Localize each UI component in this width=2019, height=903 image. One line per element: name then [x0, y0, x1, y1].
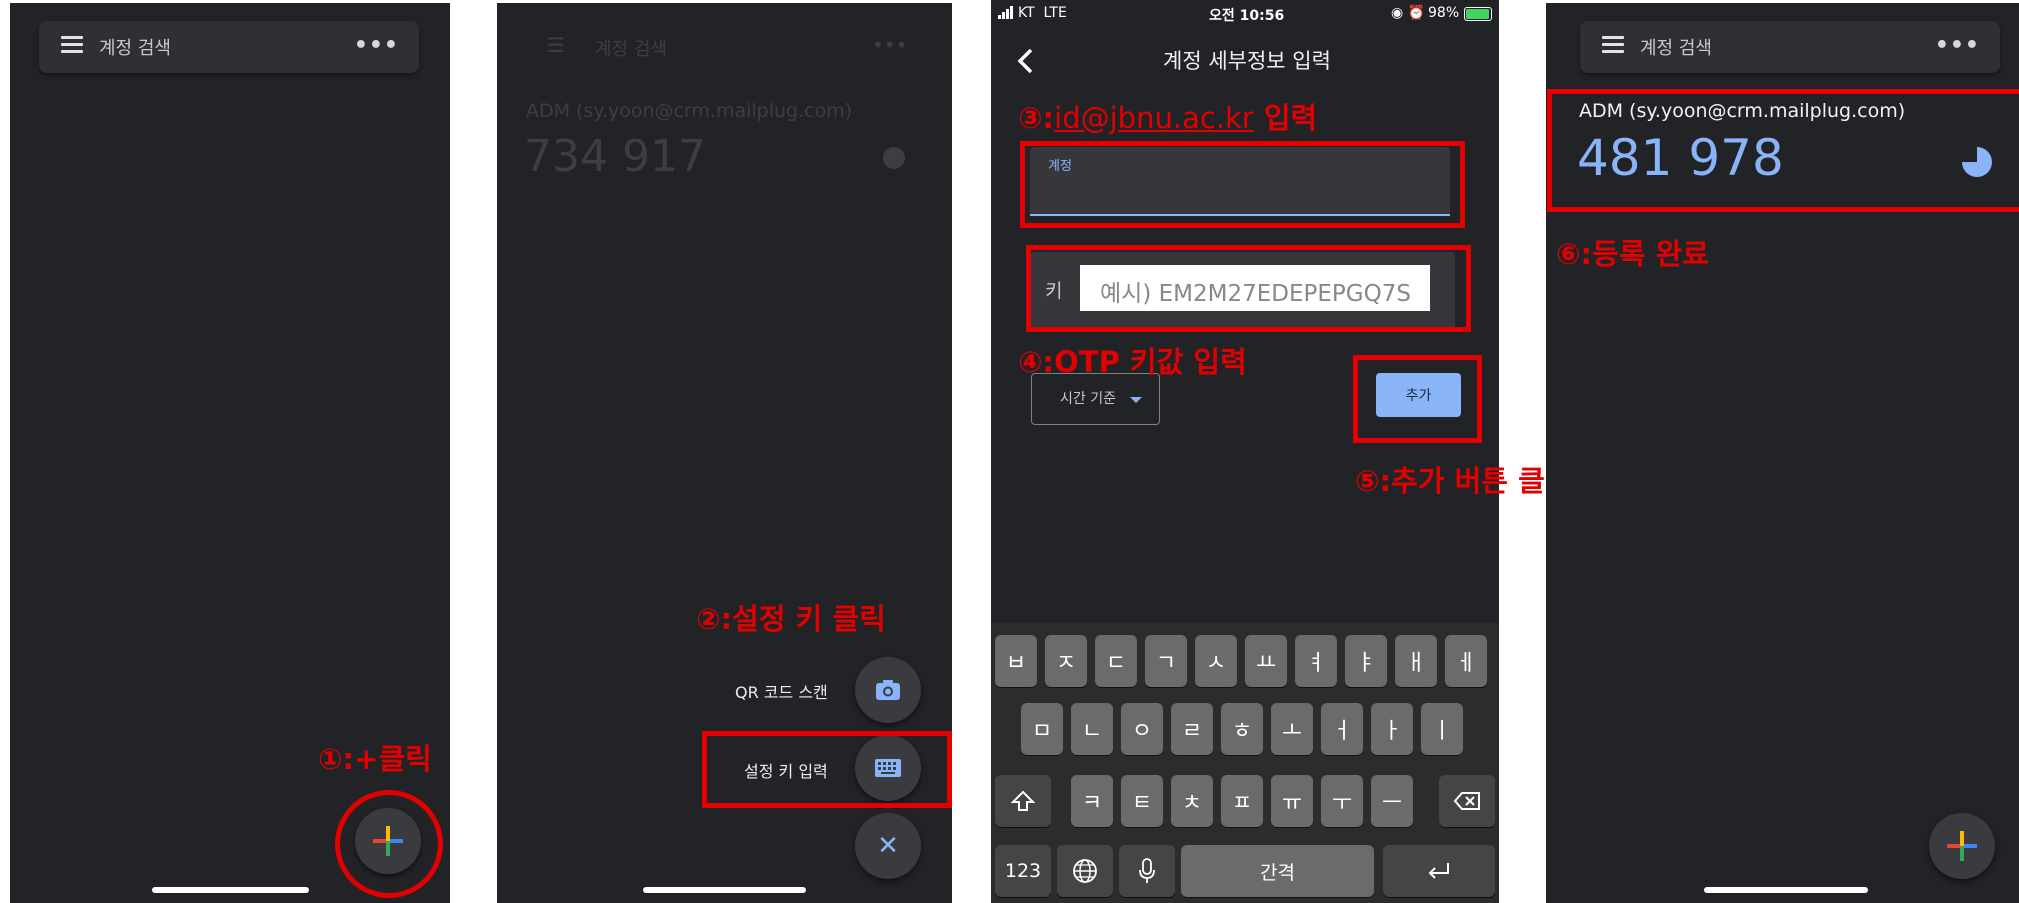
ghost-menu-icon: ☰	[547, 33, 565, 57]
key[interactable]: ㅅ	[1195, 635, 1237, 687]
key[interactable]: ㅋ	[1071, 775, 1113, 827]
shift-icon	[1011, 790, 1035, 811]
search-placeholder: 계정 검색	[99, 38, 171, 59]
add-account-button[interactable]	[1929, 813, 1995, 879]
ghost-more-icon: •••	[872, 33, 908, 57]
battery-icon	[1464, 7, 1492, 21]
annotation-step2: ②:설정 키 클릭	[696, 602, 886, 636]
key[interactable]: ㅎ	[1221, 703, 1263, 755]
key[interactable]: ㅑ	[1345, 635, 1387, 687]
number-key[interactable]: 123	[995, 845, 1051, 897]
key[interactable]: ㄹ	[1171, 703, 1213, 755]
back-arrow-icon[interactable]	[1016, 47, 1036, 75]
status-icons: ◉ ⏰	[1391, 5, 1426, 21]
annotation-step6: ⑥:등록 완료	[1556, 237, 1709, 271]
battery-percent: 98%	[1428, 5, 1460, 21]
plus-icon	[1947, 831, 1977, 861]
page-title: 계정 세부정보 입력	[1163, 49, 1331, 73]
backspace-icon	[1453, 792, 1480, 810]
microphone-icon	[1139, 858, 1155, 883]
key[interactable]: ㅁ	[1021, 703, 1063, 755]
key[interactable]: ㄷ	[1095, 635, 1137, 687]
annotation-step5: ⑤:추가 버튼 클릭	[1355, 464, 1572, 498]
annotation-box-setup-key	[702, 731, 952, 808]
key[interactable]: ㅇ	[1121, 703, 1163, 755]
key[interactable]: ㄱ	[1145, 635, 1187, 687]
key[interactable]: ㅡ	[1371, 775, 1413, 827]
space-key[interactable]: 간격	[1181, 845, 1374, 897]
annotation-step3-suffix: 입력	[1253, 101, 1318, 135]
annotation-box-add	[1353, 355, 1482, 443]
home-indicator	[152, 887, 309, 893]
korean-keyboard: ㅂ ㅈ ㄷ ㄱ ㅅ ㅛ ㅕ ㅑ ㅐ ㅔ ㅁ ㄴ ㅇ ㄹ ㅎ ㅗ ㅓ ㅏ ㅣ ㅋ	[991, 623, 1499, 903]
home-indicator	[643, 887, 806, 893]
search-placeholder: 계정 검색	[1640, 38, 1712, 59]
annotation-step3-link: id@jbnu.ac.kr	[1054, 101, 1254, 135]
more-options-icon[interactable]: •••	[1935, 33, 1980, 58]
key[interactable]: ㅌ	[1121, 775, 1163, 827]
globe-icon	[1073, 859, 1097, 883]
carrier-label: KT LTE	[1018, 5, 1067, 21]
ghost-account-name: ADM (sy.yoon@crm.mailplug.com)	[526, 100, 853, 122]
search-bar[interactable]: 계정 검색 •••	[1580, 21, 2000, 73]
key[interactable]: ㅏ	[1371, 703, 1413, 755]
key[interactable]: ㅕ	[1295, 635, 1337, 687]
key[interactable]: ㅓ	[1321, 703, 1363, 755]
search-bar[interactable]: 계정 검색 •••	[39, 21, 419, 73]
clock: 오전 10:56	[1209, 8, 1285, 24]
dropdown-arrow-icon	[1130, 397, 1142, 403]
ghost-timer-icon	[883, 147, 905, 169]
menu-icon[interactable]	[1602, 36, 1624, 54]
mic-key[interactable]	[1119, 845, 1175, 897]
key[interactable]: ㅊ	[1171, 775, 1213, 827]
annotation-step3: ③:id@jbnu.ac.kr 입력	[1018, 95, 1317, 137]
key[interactable]: ㅣ	[1421, 703, 1463, 755]
close-icon: ✕	[877, 831, 899, 861]
annotation-box-account	[1020, 141, 1465, 228]
key[interactable]: ㅗ	[1271, 703, 1313, 755]
more-options-icon[interactable]: •••	[354, 33, 399, 58]
ghost-code: 734 917	[524, 131, 706, 182]
close-menu-button[interactable]: ✕	[855, 813, 921, 879]
annotation-step3-prefix: ③:	[1018, 101, 1055, 135]
qr-scan-label[interactable]: QR 코드 스캔	[735, 679, 828, 703]
time-based-label: 시간 기준	[1060, 391, 1116, 407]
key[interactable]: ㅛ	[1245, 635, 1287, 687]
home-indicator	[1704, 887, 1868, 893]
return-key[interactable]	[1383, 845, 1495, 897]
key[interactable]: ㅠ	[1271, 775, 1313, 827]
annotation-box-key	[1026, 245, 1471, 332]
key[interactable]: ㅜ	[1321, 775, 1363, 827]
key[interactable]: ㄴ	[1071, 703, 1113, 755]
key[interactable]: ㅔ	[1445, 635, 1487, 687]
ghost-search-text: 계정 검색	[595, 39, 667, 60]
annotation-step4: ④:OTP 키값 입력	[1018, 345, 1247, 379]
ghost-search-bar: ☰ 계정 검색 •••	[517, 21, 917, 73]
qr-scan-button[interactable]	[855, 657, 921, 723]
camera-icon	[876, 680, 900, 700]
key[interactable]: ㅂ	[995, 635, 1037, 687]
return-icon	[1428, 863, 1449, 879]
backspace-key[interactable]	[1439, 775, 1495, 827]
status-bar: KT LTE 오전 10:56 ◉ ⏰ 98%	[991, 0, 1499, 28]
key[interactable]: ㅈ	[1045, 635, 1087, 687]
menu-icon[interactable]	[61, 36, 83, 54]
shift-key[interactable]	[995, 775, 1051, 827]
key[interactable]: ㅍ	[1221, 775, 1263, 827]
annotation-box-registered	[1547, 89, 2019, 212]
annotation-step1: ①:+클릭	[318, 742, 432, 776]
key[interactable]: ㅐ	[1395, 635, 1437, 687]
annotation-circle	[335, 790, 443, 898]
globe-key[interactable]	[1057, 845, 1113, 897]
